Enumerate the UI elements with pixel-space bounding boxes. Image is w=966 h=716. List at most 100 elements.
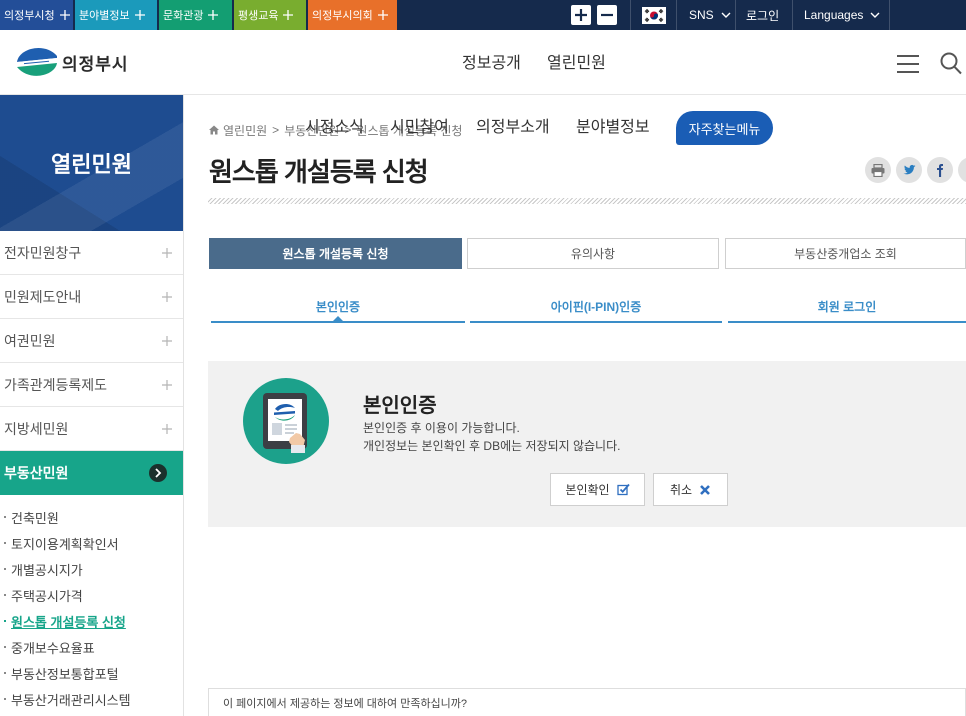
search-button[interactable]	[940, 52, 962, 75]
breadcrumb-item[interactable]: 열린민원	[223, 122, 267, 139]
mega-nav-field-info[interactable]: 분야별정보	[576, 117, 650, 139]
chevron-right-circle-icon	[149, 464, 167, 482]
korean-flag-icon	[641, 6, 666, 24]
sidebar-item-label: 가족관계등록제도	[4, 376, 108, 393]
facebook-icon	[937, 163, 943, 177]
breadcrumb-separator: >	[272, 123, 280, 137]
twitter-share-button[interactable]	[896, 157, 922, 183]
mega-nav-about-city[interactable]: 의정부소개	[476, 117, 550, 139]
sidebar-item-label: 여권민원	[4, 332, 56, 349]
languages-label: Languages	[804, 8, 864, 22]
plus-icon	[575, 9, 587, 21]
search-icon	[940, 52, 962, 75]
panel-description-line: 개인정보는 본인확인 후 DB에는 저장되지 않습니다.	[363, 439, 621, 453]
language-flag-button[interactable]	[630, 0, 676, 30]
sidebar-item-passport[interactable]: 여권민원	[0, 319, 183, 363]
sidebar: 열린민원 전자민원창구 민원제도안내 여권민원 가족관계등록제도 지방세민원 부…	[0, 95, 184, 716]
submenu-item-land-use-plan[interactable]: 토지이용계획확인서	[0, 530, 183, 556]
plus-icon	[208, 10, 219, 20]
tab-notes[interactable]: 유의사항	[467, 238, 719, 269]
sidebar-item-label: 부동산민원	[4, 465, 69, 481]
sidebar-item-label: 전자민원창구	[4, 244, 82, 261]
verify-identity-button[interactable]: 본인확인	[550, 473, 645, 506]
sidebar-item-civil-system-guide[interactable]: 민원제도안내	[0, 275, 183, 319]
nav-info-disclosure[interactable]: 정보공개	[462, 53, 521, 75]
print-button[interactable]	[865, 157, 891, 183]
languages-dropdown[interactable]: Languages	[792, 0, 890, 30]
site-tab-label: 의정부시청	[4, 10, 55, 22]
nav-open-civil-service[interactable]: 열린민원	[547, 53, 606, 75]
tab-broker-search[interactable]: 부동산중개업소 조회	[725, 238, 966, 269]
plus-icon	[59, 10, 70, 20]
sidebar-title-panel: 열린민원	[0, 95, 183, 231]
page-title: 원스톱 개설등록 신청	[209, 157, 429, 187]
share-more-icon[interactable]	[958, 157, 966, 183]
plus-icon	[162, 380, 172, 390]
submenu-item-real-estate-portal[interactable]: 부동산정보통합포털	[0, 660, 183, 686]
minus-icon	[601, 13, 613, 17]
submenu-item-building[interactable]: 건축민원	[0, 504, 183, 530]
site-tab-field-info[interactable]: 분야별정보	[75, 0, 157, 30]
hamburger-icon	[897, 55, 919, 73]
sidebar-title: 열린민원	[51, 152, 132, 177]
sidebar-item-family-registration[interactable]: 가족관계등록제도	[0, 363, 183, 407]
site-tab-label: 의정부시의회	[312, 10, 373, 22]
sidebar-item-label: 지방세민원	[4, 420, 69, 437]
sns-label: SNS	[689, 8, 714, 22]
site-tab-city-council[interactable]: 의정부시의회	[308, 0, 397, 30]
satisfaction-question: 이 페이지에서 제공하는 정보에 대하여 만족하십니까?	[223, 697, 468, 710]
mega-nav-citizen-participation[interactable]: 시민참여	[390, 117, 449, 139]
chevron-down-icon	[870, 12, 880, 18]
tablet-verification-icon	[243, 378, 329, 464]
auth-tab-ipin[interactable]: 아이핀(I-PIN)인증	[470, 292, 722, 323]
site-tab-city-hall[interactable]: 의정부시청	[0, 0, 73, 30]
login-link[interactable]: 로그인	[735, 0, 792, 30]
check-square-icon	[616, 483, 630, 496]
site-tab-label: 문화관광	[163, 10, 204, 22]
logo-text: 의정부시	[62, 54, 129, 74]
verify-identity-label: 본인확인	[565, 483, 610, 497]
submenu-item-land-price[interactable]: 개별공시지가	[0, 556, 183, 582]
submenu-item-brokerage-fee[interactable]: 중개보수요율표	[0, 634, 183, 660]
sidebar-item-local-tax[interactable]: 지방세민원	[0, 407, 183, 451]
auth-tab-member-login[interactable]: 회원 로그인	[728, 292, 966, 323]
cancel-button[interactable]: 취소	[653, 473, 728, 506]
site-tab-culture-tourism[interactable]: 문화관광	[159, 0, 232, 30]
mega-nav-city-news[interactable]: 시정소식	[305, 117, 364, 139]
page: 의정부시청 분야별정보 문화관광 평생교육 의정부시의회 SNS 로그인 Lan…	[0, 0, 966, 716]
plus-icon	[377, 10, 388, 20]
site-logo[interactable]: 의정부시	[15, 43, 129, 81]
tab-one-stop-registration[interactable]: 원스톱 개설등록 신청	[209, 238, 462, 269]
zoom-in-button[interactable]	[571, 5, 591, 25]
title-divider	[208, 198, 966, 204]
panel-title: 본인인증	[363, 395, 437, 417]
site-tab-label: 분야별정보	[79, 10, 130, 22]
site-header: 의정부시 정보공개 열린민원	[0, 30, 966, 95]
sns-dropdown[interactable]: SNS	[676, 0, 735, 30]
uijeongbu-emblem-icon	[17, 48, 57, 76]
menu-button[interactable]	[897, 55, 919, 73]
print-icon	[871, 163, 885, 177]
zoom-out-button[interactable]	[597, 5, 617, 25]
active-tab-pointer	[333, 316, 343, 321]
favorites-menu-button[interactable]: 자주찾는메뉴	[676, 111, 773, 145]
plus-icon	[162, 248, 172, 258]
plus-icon	[162, 336, 172, 346]
submenu-item-one-stop-registration[interactable]: 원스톱 개설등록 신청	[0, 608, 183, 634]
sidebar-item-e-civil-service[interactable]: 전자민원창구	[0, 231, 183, 275]
login-label: 로그인	[746, 8, 780, 23]
identity-verification-panel: 본인인증 본인인증 후 이용이 가능합니다. 개인정보는 본인확인 후 DB에는…	[208, 361, 966, 527]
submenu-item-transaction-system[interactable]: 부동산거래관리시스템	[0, 686, 183, 712]
sidebar-item-label: 민원제도안내	[4, 288, 82, 305]
panel-description-line: 본인인증 후 이용이 가능합니다.	[363, 421, 520, 435]
site-tab-lifelong-learning[interactable]: 평생교육	[234, 0, 306, 30]
facebook-share-button[interactable]	[927, 157, 953, 183]
site-tab-label: 평생교육	[238, 10, 279, 22]
cancel-label: 취소	[669, 483, 693, 497]
share-more-wrapper	[958, 157, 966, 183]
sidebar-item-real-estate[interactable]: 부동산민원	[0, 451, 183, 495]
plus-icon	[162, 424, 172, 434]
satisfaction-survey: 이 페이지에서 제공하는 정보에 대하여 만족하십니까?	[208, 688, 966, 716]
submenu-item-housing-price[interactable]: 주택공시가격	[0, 582, 183, 608]
home-icon[interactable]	[209, 125, 219, 135]
